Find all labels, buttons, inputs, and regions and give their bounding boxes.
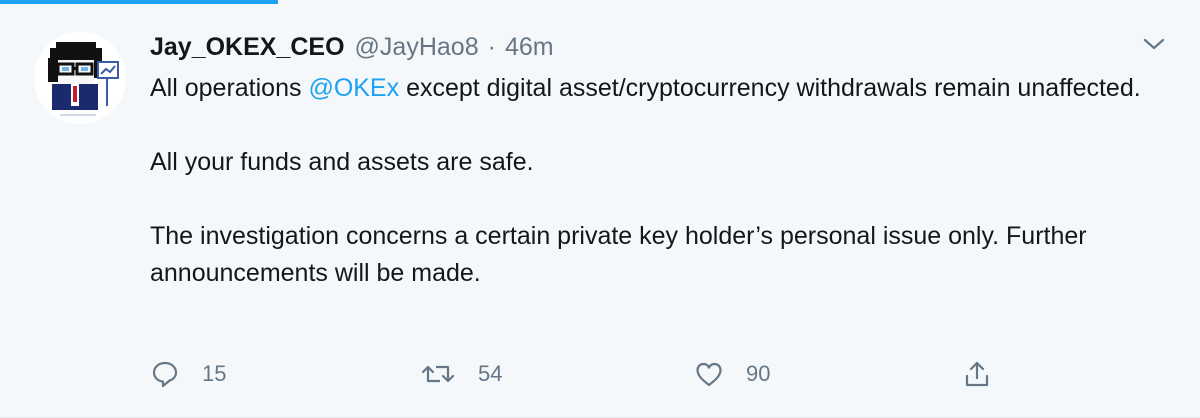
retweet-icon xyxy=(421,365,455,383)
like-button[interactable]: 90 xyxy=(694,354,770,394)
display-name[interactable]: Jay_OKEX_CEO xyxy=(150,33,345,62)
tweet-card[interactable]: Jay_OKEX_CEO @JayHao8 · 46m All operatio… xyxy=(0,0,1200,418)
share-icon xyxy=(965,361,989,387)
tweet-actions: 15 54 90 xyxy=(150,354,1030,394)
reply-count: 15 xyxy=(202,361,227,386)
reply-icon xyxy=(152,361,178,388)
share-button[interactable] xyxy=(962,354,992,394)
reply-button[interactable]: 15 xyxy=(150,354,226,394)
tweet-paragraph-1: All operations @OKEx except digital asse… xyxy=(150,74,1141,102)
timestamp[interactable]: 46m xyxy=(505,33,554,62)
avatar[interactable] xyxy=(34,32,126,124)
like-count: 90 xyxy=(746,361,771,386)
retweet-button[interactable]: 54 xyxy=(420,354,502,394)
mention-link[interactable]: @OKEx xyxy=(308,74,399,102)
user-handle[interactable]: @JayHao8 xyxy=(355,33,479,62)
retweet-count: 54 xyxy=(478,361,503,386)
chevron-down-icon xyxy=(1143,38,1165,50)
more-options-button[interactable] xyxy=(1140,30,1168,58)
tweet-paragraph-2: All your funds and assets are safe. xyxy=(150,148,534,176)
tweet-header: Jay_OKEX_CEO @JayHao8 · 46m xyxy=(150,30,554,64)
heart-icon xyxy=(696,362,722,387)
tweet-text: All operations @OKEx except digital asse… xyxy=(150,70,1150,292)
separator-dot: · xyxy=(487,32,496,61)
tweet-paragraph-3: The investigation concerns a certain pri… xyxy=(150,222,1087,287)
top-accent-bar xyxy=(0,0,278,4)
